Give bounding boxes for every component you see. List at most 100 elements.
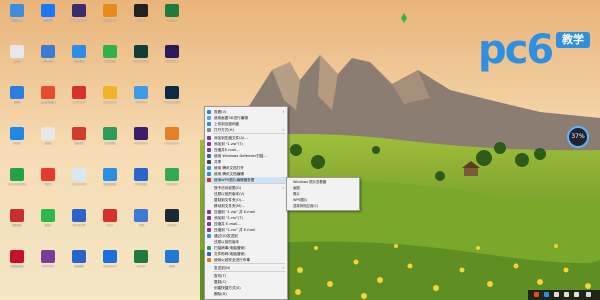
desktop-icon[interactable]: Excel — [159, 2, 185, 30]
watermark-badge: 教学 — [556, 32, 590, 48]
app-icon — [10, 127, 24, 140]
desktop-icon[interactable]: WinRAR — [35, 248, 61, 276]
desktop-icon[interactable]: Windows — [97, 84, 123, 112]
desktop-icon[interactable]: Steam — [159, 207, 185, 235]
desktop-icon-label: 飞书 — [137, 224, 144, 227]
desktop-icon[interactable]: QQ游戏 — [97, 125, 123, 153]
app-icon — [10, 209, 24, 222]
desktop-icon[interactable]: 支付宝 — [35, 2, 61, 30]
desktop-icon[interactable]: Adobe Ai — [97, 2, 123, 30]
desktop-icon-label: Adobe Pr — [165, 60, 179, 63]
context-menu-label: 删除(D) — [214, 292, 227, 296]
archive-icon — [207, 222, 211, 226]
shield-icon — [207, 154, 211, 158]
app-icon — [41, 86, 55, 99]
context-menu-item[interactable]: 删除(D) — [205, 291, 287, 297]
desktop-icon[interactable]: 此电脑 — [35, 43, 61, 71]
desktop-icon[interactable]: 腾讯QQ — [4, 2, 30, 30]
desktop-icon-label: 文档 — [13, 60, 20, 63]
desktop-icon-label: Chrome — [135, 101, 147, 104]
desktop-icon-label: Photoshop — [164, 101, 180, 104]
desktop-icon[interactable]: 网易云 — [4, 207, 30, 235]
app-icon — [103, 86, 117, 99]
app-icon — [72, 4, 86, 17]
desktop-icon[interactable]: Excel工作簿 — [4, 166, 30, 194]
desktop-icon[interactable]: Photoshop — [159, 84, 185, 112]
desktop-icon[interactable]: Edge — [4, 125, 30, 153]
desktop-icon[interactable]: Chrome — [159, 166, 185, 194]
pin-icon — [400, 8, 408, 27]
tray-icon-3[interactable] — [554, 292, 559, 297]
desktop-icon[interactable]: 剪映 — [128, 2, 154, 30]
app-icon — [103, 250, 117, 263]
desktop-icon[interactable]: Windows — [97, 248, 123, 276]
desktop-icon[interactable]: 微信 — [35, 207, 61, 235]
desktop-icon-label: 此电脑 — [43, 60, 53, 63]
desktop-icon[interactable]: PDF — [97, 207, 123, 235]
desktop-icon[interactable]: 飞书 — [128, 207, 154, 235]
desktop-icon[interactable]: WPS — [35, 166, 61, 194]
desktop-icon[interactable]: 浏览器 — [66, 43, 92, 71]
desktop-icon[interactable]: 文档 — [4, 43, 30, 71]
desktop-icon[interactable]: 360浏览器 — [35, 84, 61, 112]
qq-icon — [207, 234, 211, 238]
desktop-icon[interactable]: Chrome — [128, 84, 154, 112]
desktop-icon[interactable]: WPS PDF — [66, 84, 92, 112]
doc-icon — [207, 172, 211, 176]
desktop-icon-label: 迅雷 — [13, 101, 20, 104]
desktop-icon[interactable]: Adobe Au — [128, 43, 154, 71]
menu-separator — [213, 133, 285, 134]
submenu-item[interactable]: 选择其他应用(C) — [287, 203, 359, 209]
desktop-icon[interactable]: Adobe Pr — [159, 43, 185, 71]
app-icon — [41, 127, 55, 140]
app-icon — [134, 168, 148, 181]
tray-icon-2[interactable] — [544, 292, 549, 297]
app-icon — [165, 45, 179, 58]
desktop-icon[interactable]: 压缩包 — [66, 248, 92, 276]
desktop-icon-label: WPS文字 — [72, 224, 86, 227]
desktop-icon[interactable]: 腾讯视频 — [97, 166, 123, 194]
desktop-icon[interactable]: 钉钉 — [159, 248, 185, 276]
app-icon — [134, 209, 148, 222]
desktop-icon-label: Edge — [13, 142, 21, 145]
fire-icon — [207, 258, 211, 262]
desktop-icon[interactable]: 网易邮箱 — [4, 248, 30, 276]
desktop-icon-label: Premiere — [134, 142, 148, 145]
share-icon — [207, 160, 211, 164]
archive-icon — [207, 148, 211, 152]
tray-icon-4[interactable] — [564, 292, 569, 297]
desktop-icon-label: Steam — [167, 224, 177, 227]
performance-meter[interactable]: 37% — [566, 125, 590, 149]
tray-icon-6[interactable] — [586, 292, 591, 297]
app-icon — [72, 250, 86, 263]
desktop-icon[interactable]: 迅雷 — [4, 84, 30, 112]
app-icon — [134, 250, 148, 263]
desktop-icon[interactable]: Illustrator — [159, 125, 185, 153]
tray-icon-5[interactable] — [574, 292, 579, 297]
app-icon — [10, 4, 24, 17]
desktop-icon-label: Excel — [168, 19, 176, 22]
submenu-label: 选择其他应用(C) — [293, 204, 319, 208]
desktop-icon[interactable]: 素材库 — [66, 125, 92, 153]
desktop-icon[interactable]: OneDrive — [66, 166, 92, 194]
app-icon — [72, 86, 86, 99]
desktop-icon[interactable]: Premiere — [128, 125, 154, 153]
desktop-icon-label: 腾讯QQ — [11, 19, 23, 22]
menu-separator — [213, 271, 285, 272]
doc-icon — [207, 166, 211, 170]
desktop-icon[interactable]: Adobe AE — [66, 2, 92, 30]
desktop-icon[interactable]: 微信 — [35, 125, 61, 153]
app-icon — [41, 4, 55, 17]
desktop-icon[interactable]: Excel — [128, 248, 154, 276]
desktop-icon-label: 素材库 — [74, 142, 84, 145]
desktop-icon-label: 腾讯视频 — [103, 183, 116, 186]
tray-icon-1[interactable] — [534, 292, 539, 297]
app-icon — [41, 45, 55, 58]
desktop-icon[interactable]: PDF编辑 — [128, 166, 154, 194]
desktop-icon-label: Excel工作簿 — [8, 183, 26, 186]
desktop-icon[interactable]: WPS文字 — [66, 207, 92, 235]
desktop-icon[interactable]: QQ音乐 — [97, 43, 123, 71]
desktop-icon-grid: 腾讯QQ 支付宝 Adobe AE Adobe Ai 剪映 Excel 文档 此电脑 浏览器 QQ… — [0, 0, 200, 300]
app-icon — [134, 45, 148, 58]
app-icon — [10, 168, 24, 181]
